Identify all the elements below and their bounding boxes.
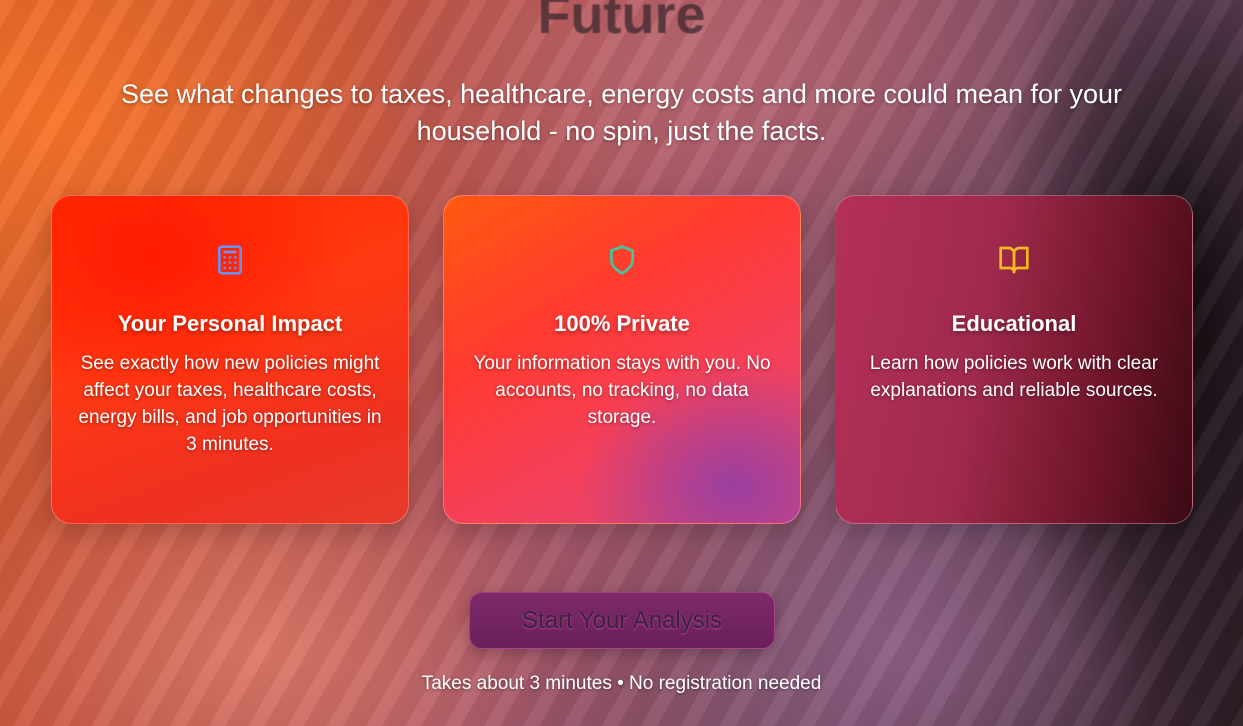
card-description: See exactly how new policies might affec… xyxy=(78,353,382,455)
feature-card-personal-impact: Your Personal Impact See exactly how new… xyxy=(51,195,409,524)
calculator-icon xyxy=(218,245,242,275)
hero-title: Future xyxy=(537,0,706,45)
card-title: Your Personal Impact xyxy=(117,311,343,336)
card-title: Educational xyxy=(951,311,1077,336)
duration-note: Takes about 3 minutes • No registration … xyxy=(421,673,822,694)
hero-subtitle: See what changes to taxes, healthcare, e… xyxy=(120,79,1123,146)
book-open-icon xyxy=(999,246,1029,274)
shield-icon xyxy=(610,245,634,275)
card-title: 100% Private xyxy=(554,311,690,336)
card-description: Learn how policies work with clear expla… xyxy=(869,353,1159,401)
start-analysis-button[interactable]: Start Your Analysis xyxy=(469,592,775,649)
feature-card-educational: Educational Learn how policies work with… xyxy=(835,195,1193,524)
feature-card-private: 100% Private Your information stays with… xyxy=(443,195,801,524)
card-description: Your information stays with you. No acco… xyxy=(473,353,771,428)
